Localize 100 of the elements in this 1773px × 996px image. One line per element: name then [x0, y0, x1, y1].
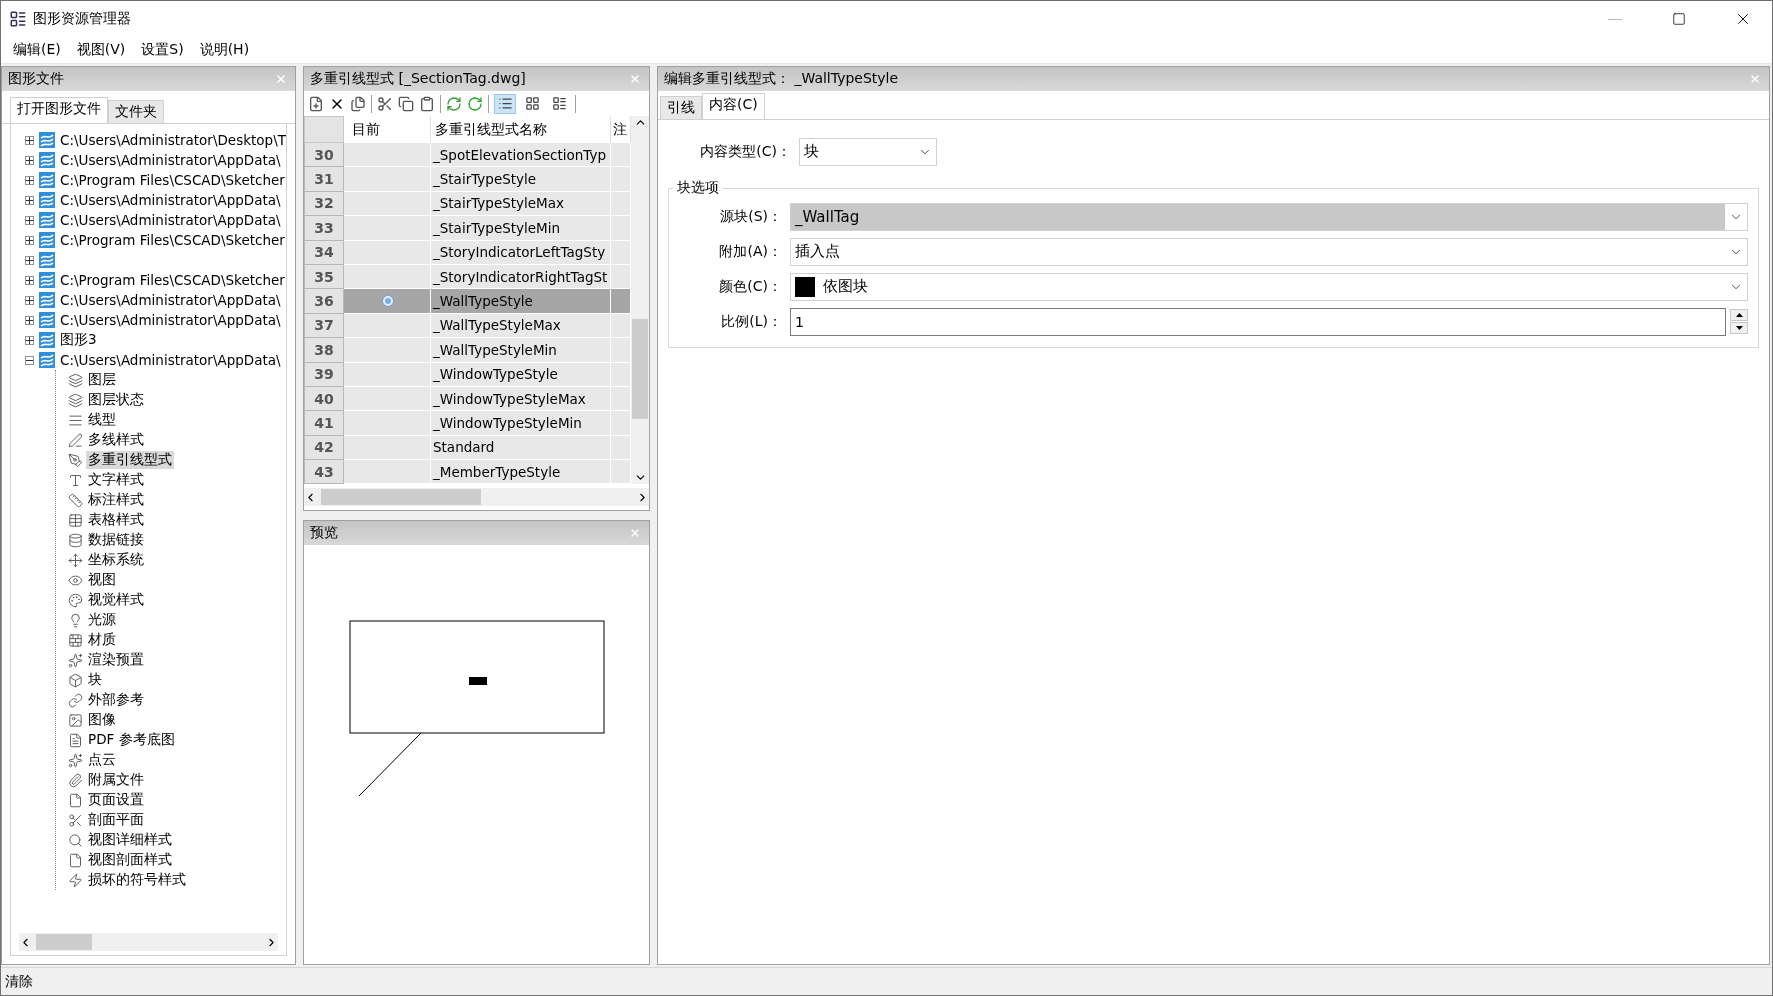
- refresh-icon[interactable]: [446, 95, 462, 112]
- tree-item[interactable]: 视图详细样式: [86, 831, 174, 849]
- tree-item[interactable]: 块: [86, 671, 104, 689]
- tab[interactable]: 文件夹: [108, 100, 164, 123]
- table-cell[interactable]: [344, 191, 431, 217]
- tree-item[interactable]: 数据链接: [86, 531, 146, 549]
- table-cell[interactable]: Standard: [431, 435, 611, 461]
- expand-toggle[interactable]: [25, 315, 34, 325]
- tree-item[interactable]: C:\Program Files\CSCAD\Sketcher: [58, 172, 286, 188]
- table-cell[interactable]: _WindowTypeStyle: [431, 362, 611, 387]
- table-cell[interactable]: _StairTypeStyleMax: [431, 191, 611, 217]
- tree-item[interactable]: 标注样式: [86, 491, 146, 509]
- table-cell[interactable]: [344, 143, 431, 168]
- expand-toggle[interactable]: [25, 295, 34, 305]
- expand-toggle[interactable]: [25, 275, 34, 285]
- table-cell[interactable]: [344, 386, 431, 412]
- expand-toggle[interactable]: [25, 195, 34, 205]
- table-cell[interactable]: _StoryIndicatorLeftTagSty: [431, 240, 611, 265]
- table-cell[interactable]: _MemberTypeStyle: [431, 460, 611, 485]
- tree-item[interactable]: 视觉样式: [86, 591, 146, 609]
- tree-item[interactable]: 多重引线型式: [86, 451, 174, 469]
- expand-toggle[interactable]: [25, 235, 34, 245]
- table-cell[interactable]: [344, 240, 431, 265]
- tree-item[interactable]: C:\Users\Administrator\AppData\: [58, 152, 283, 168]
- column-header[interactable]: 注: [611, 116, 631, 143]
- decrement-button[interactable]: [1730, 322, 1748, 334]
- tree-item[interactable]: C:\Users\Administrator\Desktop\T: [58, 132, 286, 148]
- dropdown-field[interactable]: _WallTag: [790, 202, 1748, 231]
- tab[interactable]: 内容(C): [702, 93, 765, 119]
- tree-item[interactable]: C:\Users\Administrator\AppData\: [58, 212, 283, 228]
- tree-item[interactable]: 渲染预置: [86, 651, 146, 669]
- table-cell[interactable]: [344, 216, 431, 241]
- table-cell[interactable]: [344, 362, 431, 387]
- tab[interactable]: 引线: [660, 96, 702, 119]
- table-cell[interactable]: [344, 264, 431, 290]
- tree-item[interactable]: C:\Program Files\CSCAD\Sketcher: [58, 272, 286, 288]
- table-cell[interactable]: [344, 338, 431, 363]
- menu-item[interactable]: 视图(V): [68, 41, 134, 59]
- tab[interactable]: 打开图形文件: [10, 97, 108, 123]
- table-cell[interactable]: _StairTypeStyleMin: [431, 216, 611, 241]
- table-cell[interactable]: [344, 460, 431, 485]
- tree-item[interactable]: 材质: [86, 631, 118, 649]
- cut-icon[interactable]: [377, 95, 393, 112]
- menu-item[interactable]: 编辑(E): [5, 41, 69, 59]
- paste-icon[interactable]: [419, 95, 435, 112]
- tree-item[interactable]: 表格样式: [86, 511, 146, 529]
- copy-icon[interactable]: [398, 95, 414, 112]
- table-cell[interactable]: _WallTypeStyleMin: [431, 338, 611, 363]
- table-cell[interactable]: _SpotElevationSectionTyp: [431, 143, 611, 168]
- tree-item[interactable]: 视图剖面样式: [86, 851, 174, 869]
- tree-item[interactable]: 页面设置: [86, 791, 146, 809]
- tree-item[interactable]: C:\Users\Administrator\AppData\: [58, 292, 283, 308]
- tree-item[interactable]: 图形3: [58, 331, 99, 349]
- content-type-dropdown[interactable]: 块: [799, 137, 937, 166]
- tree-item[interactable]: 多线样式: [86, 431, 146, 449]
- table-cell[interactable]: _StairTypeStyle: [431, 167, 611, 192]
- tree-item[interactable]: 剖面平面: [86, 811, 146, 829]
- table-cell[interactable]: [344, 313, 431, 339]
- tree-item[interactable]: 光源: [86, 611, 118, 629]
- tree-item[interactable]: 图层: [86, 371, 118, 389]
- dropdown-field[interactable]: 插入点: [790, 237, 1748, 266]
- tree-item[interactable]: 损坏的符号样式: [86, 871, 188, 889]
- table-cell[interactable]: [344, 167, 431, 192]
- tree-item[interactable]: C:\Program Files\CSCAD\Sketcher: [58, 232, 286, 248]
- tree-item[interactable]: C:\Users\Administrator\AppData\: [58, 192, 283, 208]
- tree-item[interactable]: C:\Users\Administrator\AppData\: [58, 352, 283, 368]
- tree-item[interactable]: 外部参考: [86, 691, 146, 709]
- table-cell[interactable]: _WindowTypeStyleMin: [431, 411, 611, 436]
- new-file-icon[interactable]: [308, 95, 324, 112]
- table-cell[interactable]: [344, 435, 431, 461]
- reload-icon[interactable]: [467, 95, 483, 112]
- increment-button[interactable]: [1730, 309, 1748, 321]
- tree-item[interactable]: 图层状态: [86, 391, 146, 409]
- tree-item[interactable]: PDF 参考底图: [86, 731, 177, 749]
- expand-toggle[interactable]: [25, 175, 34, 185]
- expand-toggle[interactable]: [25, 255, 34, 265]
- horizontal-scrollbar[interactable]: [304, 488, 649, 507]
- menu-item[interactable]: 设置S): [133, 41, 192, 59]
- tree-item[interactable]: 文字样式: [86, 471, 146, 489]
- menu-item[interactable]: 说明(H): [191, 41, 258, 59]
- scrollbar-thumb[interactable]: [632, 319, 648, 419]
- table-cell[interactable]: [344, 289, 431, 314]
- table-cell[interactable]: _WindowTypeStyleMax: [431, 386, 611, 412]
- tree-item[interactable]: 附属文件: [86, 771, 146, 789]
- tree-item[interactable]: 线型: [86, 411, 118, 429]
- expand-toggle[interactable]: [25, 155, 34, 165]
- tree-item[interactable]: 图像: [86, 711, 118, 729]
- table-cell[interactable]: _WallTypeStyle: [431, 289, 611, 314]
- vertical-scrollbar[interactable]: [631, 116, 649, 485]
- list-view-button[interactable]: [494, 93, 516, 114]
- tree-item[interactable]: 视图: [86, 571, 118, 589]
- table-cell[interactable]: [344, 411, 431, 436]
- tree-item[interactable]: 点云: [86, 751, 118, 769]
- horizontal-scrollbar[interactable]: [19, 933, 278, 951]
- expand-toggle[interactable]: [25, 355, 34, 365]
- table-cell[interactable]: _StoryIndicatorRightTagSt: [431, 264, 611, 290]
- table-cell[interactable]: _WallTypeStyleMax: [431, 313, 611, 339]
- scale-input[interactable]: 1: [790, 307, 1726, 336]
- expand-toggle[interactable]: [25, 135, 34, 145]
- expand-toggle[interactable]: [25, 215, 34, 225]
